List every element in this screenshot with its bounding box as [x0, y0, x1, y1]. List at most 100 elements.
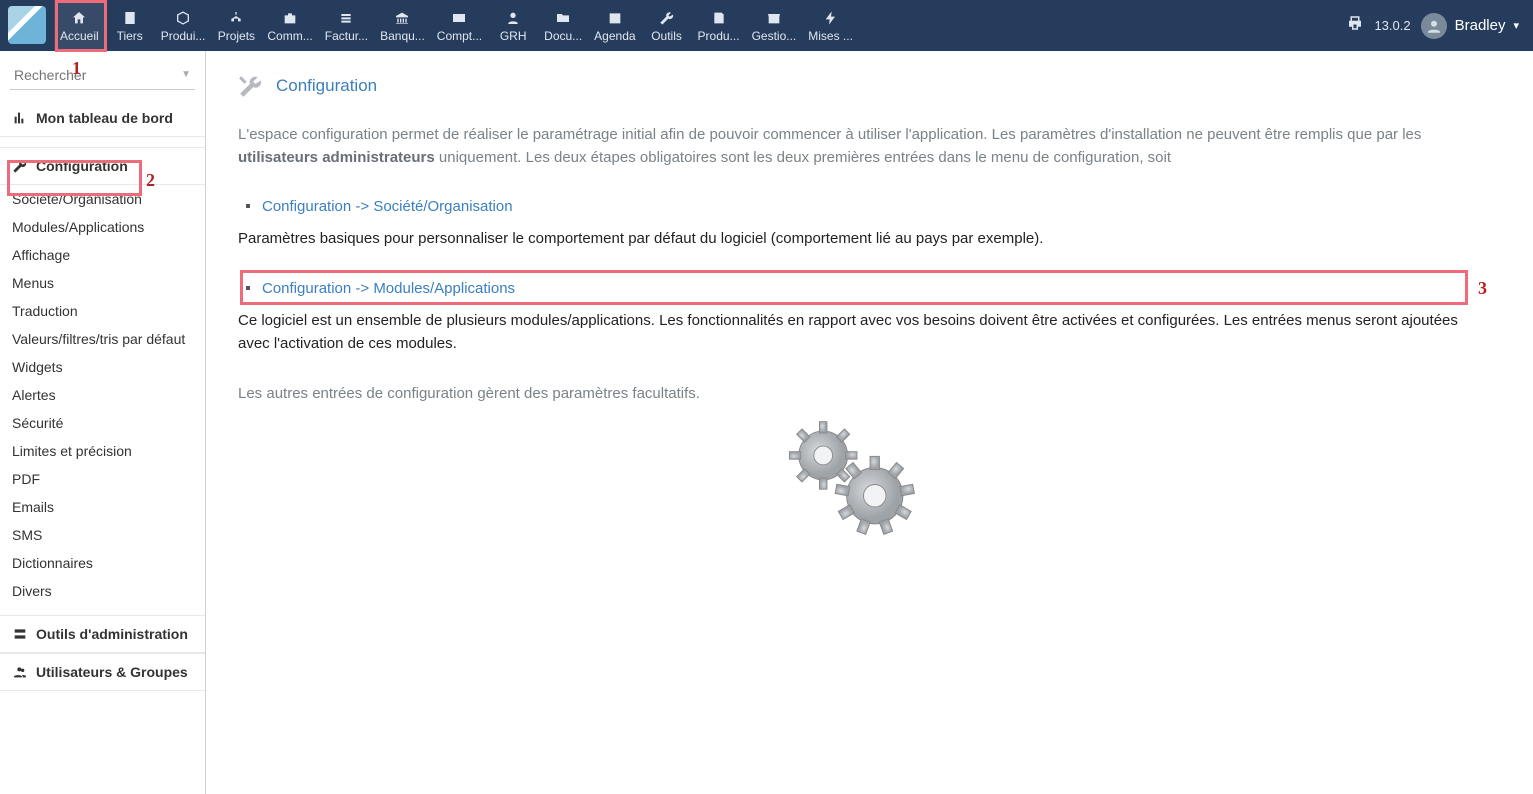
step-link-1: Configuration -> Société/Organisation	[246, 198, 1474, 215]
calendar-icon	[607, 9, 623, 27]
nav-projets[interactable]: Projets	[211, 0, 261, 51]
building-icon	[122, 9, 138, 27]
nav-produits2[interactable]: Produ...	[692, 0, 746, 51]
user-name: Bradley	[1455, 17, 1506, 34]
avatar-icon	[1421, 13, 1447, 39]
sidebar: ▼ Mon tableau de bord Configuration Soci…	[0, 51, 206, 794]
bullet-icon	[246, 204, 250, 208]
version-text: 13.0.2	[1374, 18, 1410, 33]
search-input[interactable]	[10, 61, 195, 90]
sidebar-sub-modules[interactable]: Modules/Applications	[0, 213, 205, 241]
nav-mises-a-jour[interactable]: Mises ...	[802, 0, 859, 51]
nav-label: Gestio...	[752, 29, 797, 43]
briefcase-icon	[282, 9, 298, 27]
nav-label: Comm...	[267, 29, 312, 43]
bank-icon	[394, 9, 410, 27]
sidebar-admin-tools[interactable]: Outils d'administration	[0, 615, 205, 653]
nav-label: Docu...	[544, 29, 582, 43]
nav-label: Produi...	[161, 29, 206, 43]
nav-label: Factur...	[325, 29, 368, 43]
sidebar-dashboard[interactable]: Mon tableau de bord	[0, 100, 205, 137]
step-link-2: Configuration -> Modules/Applications	[246, 280, 1474, 297]
sidebar-sub-affichage[interactable]: Affichage	[0, 241, 205, 269]
coins-icon	[338, 9, 354, 27]
sidebar-label: Outils d'administration	[36, 626, 188, 642]
nav-label: Accueil	[60, 29, 99, 43]
sidebar-sub-limites[interactable]: Limites et précision	[0, 437, 205, 465]
print-icon[interactable]	[1346, 14, 1364, 37]
sidebar-sub-widgets[interactable]: Widgets	[0, 353, 205, 381]
nav-gestion[interactable]: Gestio...	[746, 0, 803, 51]
link-societe[interactable]: Configuration -> Société/Organisation	[262, 198, 513, 215]
nav-accueil[interactable]: Accueil	[54, 0, 105, 51]
nav-outils[interactable]: Outils	[642, 0, 692, 51]
nav-tiers[interactable]: Tiers	[105, 0, 155, 51]
user-tie-icon	[505, 9, 521, 27]
intro-text2: uniquement. Les deux étapes obligatoires…	[435, 149, 1171, 166]
nav-documents[interactable]: Docu...	[538, 0, 588, 51]
app-logo[interactable]	[8, 6, 46, 44]
step-desc-1: Paramètres basiques pour personnaliser l…	[238, 227, 1474, 250]
gears-illustration	[238, 412, 1474, 542]
sidebar-label: Utilisateurs & Groupes	[36, 664, 188, 680]
folder-icon	[555, 9, 571, 27]
server-icon	[12, 626, 28, 642]
intro-text: L'espace configuration permet de réalise…	[238, 126, 1421, 143]
sidebar-sub-divers[interactable]: Divers	[0, 577, 205, 605]
nav-label: Banqu...	[380, 29, 425, 43]
cube-icon	[175, 9, 191, 27]
nav-label: GRH	[500, 29, 527, 43]
sidebar-sub-emails[interactable]: Emails	[0, 493, 205, 521]
user-menu[interactable]: Bradley ▾	[1421, 13, 1519, 39]
caret-down-icon: ▼	[181, 69, 191, 80]
sidebar-sub-menus[interactable]: Menus	[0, 269, 205, 297]
sidebar-sub-securite[interactable]: Sécurité	[0, 409, 205, 437]
top-navigation: Accueil Tiers Produi... Projets Comm... …	[0, 0, 1533, 51]
note-icon	[711, 9, 727, 27]
intro-strong: utilisateurs administrateurs	[238, 149, 435, 166]
chevron-down-icon: ▾	[1513, 19, 1519, 32]
sidebar-sub-valeurs[interactable]: Valeurs/filtres/tris par défaut	[0, 325, 205, 353]
nav-compta[interactable]: Compt...	[431, 0, 488, 51]
nav-commercial[interactable]: Comm...	[261, 0, 318, 51]
outro-text: Les autres entrées de configuration gère…	[238, 385, 1474, 402]
page-title-link[interactable]: Configuration	[276, 76, 377, 96]
nav-label: Tiers	[117, 29, 143, 43]
wrench-icon	[659, 9, 675, 27]
nav-label: Produ...	[698, 29, 740, 43]
nav-label: Agenda	[594, 29, 635, 43]
sidebar-label: Mon tableau de bord	[36, 110, 173, 126]
bar-chart-icon	[12, 110, 28, 126]
nav-label: Projets	[218, 29, 255, 43]
sidebar-label: Configuration	[36, 158, 128, 174]
sitemap-icon	[228, 9, 244, 27]
topnav-right: 13.0.2 Bradley ▾	[1346, 0, 1533, 51]
page-title-row: Configuration	[238, 73, 1474, 99]
intro-paragraph: L'espace configuration permet de réalise…	[238, 123, 1474, 170]
nav-facturation[interactable]: Factur...	[319, 0, 374, 51]
nav-banques[interactable]: Banqu...	[374, 0, 431, 51]
sidebar-sub-alertes[interactable]: Alertes	[0, 381, 205, 409]
shop-icon	[766, 9, 782, 27]
sidebar-configuration[interactable]: Configuration	[0, 147, 205, 185]
step-desc-2: Ce logiciel est un ensemble de plusieurs…	[238, 309, 1474, 356]
sidebar-sub-pdf[interactable]: PDF	[0, 465, 205, 493]
home-icon	[71, 9, 87, 27]
sidebar-users-groups[interactable]: Utilisateurs & Groupes	[0, 653, 205, 691]
link-modules[interactable]: Configuration -> Modules/Applications	[262, 280, 515, 297]
users-icon	[12, 664, 28, 680]
sidebar-sub-sms[interactable]: SMS	[0, 521, 205, 549]
topnav-items: Accueil Tiers Produi... Projets Comm... …	[54, 0, 1346, 51]
nav-grh[interactable]: GRH	[488, 0, 538, 51]
tools-icon	[238, 73, 264, 99]
sidebar-sub-societe[interactable]: Société/Organisation	[0, 185, 205, 213]
sidebar-sub-dictionnaires[interactable]: Dictionnaires	[0, 549, 205, 577]
wrench-icon	[12, 158, 28, 174]
nav-agenda[interactable]: Agenda	[588, 0, 641, 51]
card-icon	[451, 9, 467, 27]
sidebar-sub-traduction[interactable]: Traduction	[0, 297, 205, 325]
nav-label: Compt...	[437, 29, 482, 43]
nav-label: Mises ...	[808, 29, 853, 43]
main-content: Configuration L'espace configuration per…	[206, 51, 1506, 794]
nav-produits[interactable]: Produi...	[155, 0, 212, 51]
